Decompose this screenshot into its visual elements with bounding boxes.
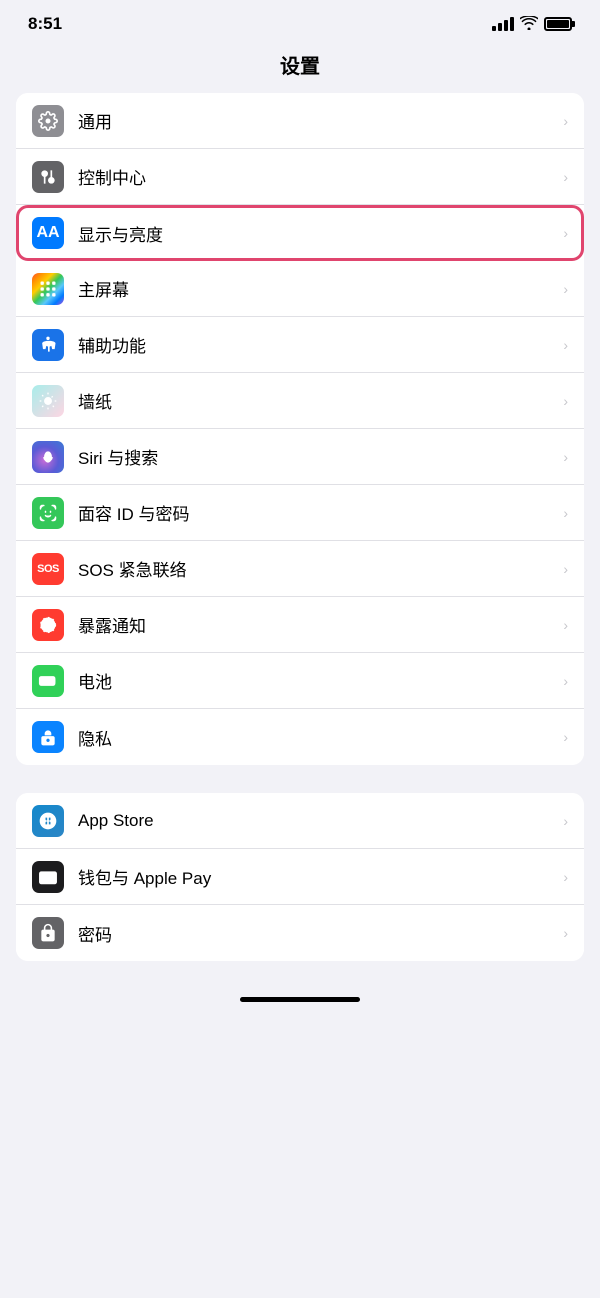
wallpaper-label: 墙纸 [78,388,557,413]
sos-chevron: › [563,561,568,577]
settings-group-2: App Store › 钱包与 Apple Pay › 密码 › [16,793,584,961]
exposure-icon [32,609,64,641]
homescreen-icon [32,273,64,305]
siri-label: Siri 与搜索 [78,444,557,469]
battery-settings-icon [32,665,64,697]
settings-item-wallpaper[interactable]: 墙纸 › [16,373,584,429]
settings-item-faceid[interactable]: 面容 ID 与密码 › [16,485,584,541]
appstore-chevron: › [563,813,568,829]
sos-label: SOS 紧急联络 [78,556,557,581]
settings-item-wallet[interactable]: 钱包与 Apple Pay › [16,849,584,905]
settings-item-passwords[interactable]: 密码 › [16,905,584,961]
battery-chevron: › [563,673,568,689]
faceid-chevron: › [563,505,568,521]
settings-item-exposure[interactable]: 暴露通知 › [16,597,584,653]
control-center-label: 控制中心 [78,164,557,189]
faceid-icon [32,497,64,529]
wallet-label: 钱包与 Apple Pay [78,864,557,889]
accessibility-icon [32,329,64,361]
privacy-chevron: › [563,729,568,745]
faceid-label: 面容 ID 与密码 [78,500,557,525]
passwords-icon [32,917,64,949]
display-chevron: › [563,225,568,241]
siri-chevron: › [563,449,568,465]
settings-item-privacy[interactable]: 隐私 › [16,709,584,765]
settings-item-sos[interactable]: SOS SOS 紧急联络 › [16,541,584,597]
general-icon [32,105,64,137]
wifi-icon [520,16,538,33]
settings-item-battery[interactable]: 电池 › [16,653,584,709]
signal-icon [492,17,514,31]
status-icons [492,16,572,33]
settings-item-display[interactable]: AA 显示与亮度 › [16,205,584,261]
passwords-label: 密码 [78,921,557,946]
siri-icon [32,441,64,473]
settings-item-control-center[interactable]: 控制中心 › [16,149,584,205]
appstore-icon [32,805,64,837]
sos-text: SOS [37,563,59,575]
settings-item-appstore[interactable]: App Store › [16,793,584,849]
wallet-chevron: › [563,869,568,885]
settings-group-1: 通用 › 控制中心 › AA 显示与亮度 › 主屏幕 › 辅助功能 [16,93,584,765]
home-bar [240,997,360,1002]
wallpaper-chevron: › [563,393,568,409]
accessibility-label: 辅助功能 [78,332,557,357]
homescreen-chevron: › [563,281,568,297]
home-indicator [0,989,600,1006]
exposure-chevron: › [563,617,568,633]
exposure-label: 暴露通知 [78,612,557,637]
wallet-icon [32,861,64,893]
settings-item-siri[interactable]: Siri 与搜索 › [16,429,584,485]
status-time: 8:51 [28,14,62,34]
privacy-icon [32,721,64,753]
battery-label: 电池 [78,668,557,693]
control-center-chevron: › [563,169,568,185]
settings-item-general[interactable]: 通用 › [16,93,584,149]
settings-item-homescreen[interactable]: 主屏幕 › [16,261,584,317]
homescreen-label: 主屏幕 [78,276,557,301]
passwords-chevron: › [563,925,568,941]
display-icon: AA [32,217,64,249]
page-title: 设置 [0,40,600,93]
display-label: 显示与亮度 [78,221,557,246]
status-bar: 8:51 [0,0,600,40]
wallpaper-icon [32,385,64,417]
sos-icon: SOS [32,553,64,585]
battery-icon [544,17,572,31]
privacy-label: 隐私 [78,725,557,750]
display-brightness-wrapper: AA 显示与亮度 › [16,205,584,261]
aa-text: AA [36,224,59,242]
accessibility-chevron: › [563,337,568,353]
settings-item-accessibility[interactable]: 辅助功能 › [16,317,584,373]
general-label: 通用 [78,108,557,133]
appstore-label: App Store [78,811,557,831]
control-center-icon [32,161,64,193]
general-chevron: › [563,113,568,129]
